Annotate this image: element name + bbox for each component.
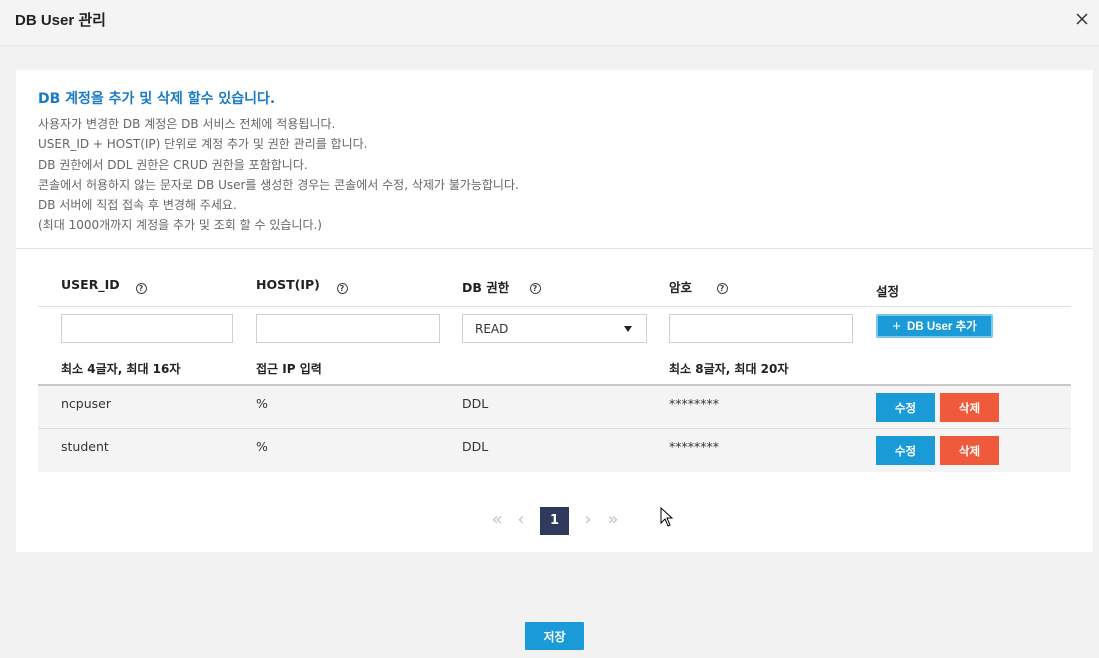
column-header-privilege: DB 권한 [462, 280, 510, 295]
modal-header: DB User 관리 [0, 0, 1099, 46]
info-heading: DB 계정을 추가 및 삭제 할수 있습니다. [38, 91, 276, 107]
delete-button[interactable]: 삭제 [940, 436, 999, 465]
row-host: % [256, 439, 268, 454]
double-chevron-right-icon[interactable]: » [604, 506, 622, 536]
info-line: 사용자가 변경한 DB 계정은 DB 서비스 전체에 적용됩니다. [38, 117, 336, 131]
help-icon[interactable]: ? [331, 280, 353, 298]
info-line: DB 서버에 직접 접속 후 변경해 주세요. [38, 198, 237, 213]
header-divider [38, 306, 1071, 307]
page-number-current[interactable]: 1 [540, 507, 569, 535]
privilege-select[interactable]: READ [462, 314, 647, 343]
chevron-left-icon[interactable]: ‹ [514, 506, 528, 536]
content-panel: DB 계정을 추가 및 삭제 할수 있습니다. 사용자가 변경한 DB 계정은 … [16, 70, 1093, 552]
chevron-right-icon[interactable]: › [581, 506, 595, 536]
row-password: ******** [669, 439, 719, 454]
help-icon[interactable]: ? [524, 280, 546, 298]
help-glyph: ? [336, 283, 348, 294]
row-privilege: DDL [462, 396, 489, 411]
help-glyph: ? [716, 283, 728, 294]
privilege-selected-value: READ [475, 322, 509, 336]
help-icon[interactable]: ? [711, 280, 733, 298]
row-user-id: student [61, 439, 109, 454]
row-password: ******** [669, 396, 719, 411]
user-id-hint: 최소 4글자, 최대 16자 [61, 362, 181, 376]
info-line: 콘솔에서 허용하지 않는 문자로 DB User를 생성한 경우는 콘솔에서 수… [38, 177, 519, 192]
help-glyph: ? [135, 283, 147, 294]
host-hint: 접근 IP 입력 [256, 362, 322, 376]
add-db-user-button[interactable]: + DB User 추가 [876, 314, 993, 338]
row-host: % [256, 396, 268, 411]
info-line: (최대 1000개까지 계정을 추가 및 조회 할 수 있습니다.) [38, 218, 322, 233]
info-line: DB 권한에서 DDL 권한은 CRUD 권한을 포함합니다. [38, 157, 308, 172]
delete-button[interactable]: 삭제 [940, 393, 999, 422]
mouse-cursor-icon [660, 506, 674, 531]
double-chevron-left-icon[interactable]: « [488, 506, 506, 536]
edit-button[interactable]: 수정 [876, 436, 935, 465]
column-header-user-id: USER_ID [61, 277, 120, 292]
table-row: student % DDL ******** 수정 삭제 [38, 429, 1071, 472]
modal-title: DB User 관리 [15, 12, 106, 29]
info-line: USER_ID + HOST(IP) 단위로 계정 추가 및 권한 관리를 합니… [38, 137, 368, 152]
password-hint: 최소 8글자, 최대 20자 [669, 362, 789, 376]
info-lines: 사용자가 변경한 DB 계정은 DB 서비스 전체에 적용됩니다. USER_I… [38, 114, 519, 236]
add-db-user-label: DB User 추가 [907, 321, 977, 333]
column-header-password: 암호 [669, 280, 693, 295]
password-input[interactable] [669, 314, 853, 343]
info-section: DB 계정을 추가 및 삭제 할수 있습니다. 사용자가 변경한 DB 계정은 … [16, 70, 1093, 249]
help-icon[interactable]: ? [130, 280, 152, 298]
host-input[interactable] [256, 314, 440, 343]
row-privilege: DDL [462, 439, 489, 454]
column-header-host: HOST(IP) [256, 277, 320, 292]
plus-icon: + [892, 317, 902, 335]
edit-button[interactable]: 수정 [876, 393, 935, 422]
row-user-id: ncpuser [61, 396, 111, 411]
help-glyph: ? [529, 283, 541, 294]
save-button[interactable]: 저장 [525, 622, 584, 650]
column-header-settings: 설정 [876, 284, 900, 299]
table-row: ncpuser % DDL ******** 수정 삭제 [38, 386, 1071, 429]
user-id-input[interactable] [61, 314, 233, 343]
close-icon[interactable] [1073, 10, 1091, 28]
dropdown-arrow-icon [624, 326, 632, 332]
pagination: « ‹ 1 › » [16, 506, 1093, 536]
